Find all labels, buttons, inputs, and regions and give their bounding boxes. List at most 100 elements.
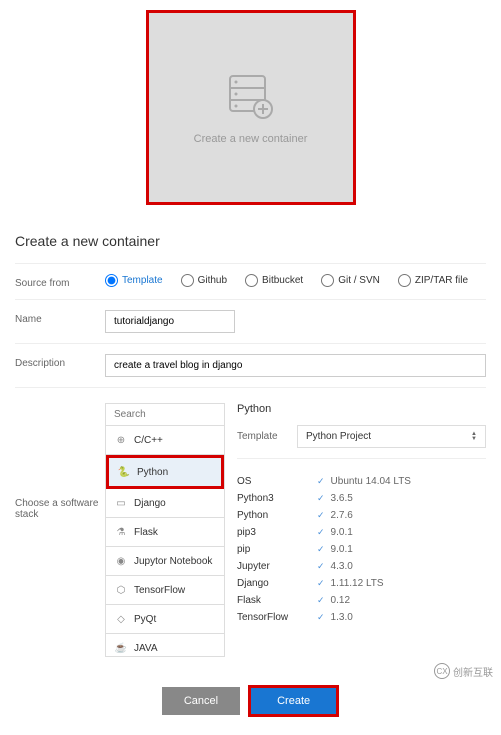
radio-gitsvn-input[interactable] xyxy=(321,274,334,287)
radio-github-label: Github xyxy=(198,275,227,286)
name-row: Name xyxy=(15,299,486,343)
stack-item-cpp[interactable]: ⊕ C/C++ xyxy=(106,426,224,455)
source-template-radio[interactable]: Template xyxy=(105,274,163,287)
check-icon: ✓ xyxy=(317,493,325,504)
cancel-button[interactable]: Cancel xyxy=(162,687,240,715)
spec-flask-label: Flask xyxy=(237,595,317,606)
name-content xyxy=(105,310,486,333)
stack-item-django[interactable]: ▭ Django xyxy=(106,489,224,518)
source-label: Source from xyxy=(15,274,105,289)
description-content xyxy=(105,354,486,377)
template-select[interactable]: Python Project ▲▼ xyxy=(297,425,486,448)
spec-pip3-value: 9.0.1 xyxy=(331,527,353,538)
spec-os: OS ✓ Ubuntu 14.04 LTS xyxy=(237,473,486,490)
spec-python3-label: Python3 xyxy=(237,493,317,504)
django-icon: ▭ xyxy=(114,496,128,510)
radio-ziptar-label: ZIP/TAR file xyxy=(415,275,468,286)
source-ziptar-radio[interactable]: ZIP/TAR file xyxy=(398,274,468,287)
radio-ziptar-input[interactable] xyxy=(398,274,411,287)
radio-bitbucket-input[interactable] xyxy=(245,274,258,287)
stack-label-flask: Flask xyxy=(134,527,158,538)
description-row: Description xyxy=(15,343,486,387)
create-button[interactable]: Create xyxy=(248,685,339,717)
spec-django-label: Django xyxy=(237,578,317,589)
stack-item-java[interactable]: ☕ JAVA xyxy=(106,634,224,656)
choose-stack-label: Choose a software stack xyxy=(15,398,105,520)
check-icon: ✓ xyxy=(317,578,325,589)
container-preview-card[interactable]: Create a new container xyxy=(146,10,356,205)
name-label: Name xyxy=(15,310,105,325)
search-input[interactable] xyxy=(106,404,224,426)
radio-bitbucket-label: Bitbucket xyxy=(262,275,303,286)
select-arrows-icon: ▲▼ xyxy=(471,432,477,442)
stack-details-title: Python xyxy=(237,403,486,415)
template-value: Python Project xyxy=(306,431,371,442)
stack-label-pyqt: PyQt xyxy=(134,614,156,625)
source-github-radio[interactable]: Github xyxy=(181,274,227,287)
template-row: Template Python Project ▲▼ xyxy=(237,425,486,459)
stack-list-wrap: ⊕ C/C++ 🐍 Python ▭ Django ⚗ Flask xyxy=(105,403,225,657)
spec-python-value: 2.7.6 xyxy=(331,510,353,521)
stack-item-flask[interactable]: ⚗ Flask xyxy=(106,518,224,547)
stack-label-tensorflow: TensorFlow xyxy=(134,585,185,596)
source-gitsvn-radio[interactable]: Git / SVN xyxy=(321,274,380,287)
spec-python-label: Python xyxy=(237,510,317,521)
spec-pip-label: pip xyxy=(237,544,317,555)
radio-template-label: Template xyxy=(122,275,163,286)
spec-jupyter-label: Jupyter xyxy=(237,561,317,572)
spec-python3: Python3 ✓ 3.6.5 xyxy=(237,490,486,507)
stack-item-pyqt[interactable]: ◇ PyQt xyxy=(106,605,224,634)
spec-jupyter-value: 4.3.0 xyxy=(331,561,353,572)
watermark: CX 创新互联 xyxy=(434,663,493,679)
form-title: Create a new container xyxy=(15,233,486,249)
source-bitbucket-radio[interactable]: Bitbucket xyxy=(245,274,303,287)
footer: Cancel Create xyxy=(15,667,486,735)
server-plus-icon xyxy=(225,71,275,121)
cpp-icon: ⊕ xyxy=(114,433,128,447)
source-row: Source from Template Github Bitbucket Gi… xyxy=(15,263,486,299)
python-icon: 🐍 xyxy=(117,465,131,479)
spec-pip3: pip3 ✓ 9.0.1 xyxy=(237,524,486,541)
stack-row: Choose a software stack ⊕ C/C++ 🐍 Python… xyxy=(15,387,486,667)
spec-flask: Flask ✓ 0.12 xyxy=(237,592,486,609)
stack-label-python: Python xyxy=(137,467,168,478)
spec-os-label: OS xyxy=(237,476,317,487)
stack-label-java: JAVA xyxy=(134,643,158,654)
preview-text: Create a new container xyxy=(194,133,308,145)
stack-label-django: Django xyxy=(134,498,166,509)
stack-item-jupyter[interactable]: ◉ Jupytor Notebook xyxy=(106,547,224,576)
watermark-icon: CX xyxy=(434,663,450,679)
spec-jupyter: Jupyter ✓ 4.3.0 xyxy=(237,558,486,575)
stack-list[interactable]: ⊕ C/C++ 🐍 Python ▭ Django ⚗ Flask xyxy=(106,426,224,656)
radio-github-input[interactable] xyxy=(181,274,194,287)
spec-os-value: Ubuntu 14.04 LTS xyxy=(331,476,411,487)
pyqt-icon: ◇ xyxy=(114,612,128,626)
preview-inner: Create a new container xyxy=(194,71,308,145)
source-radio-group: Template Github Bitbucket Git / SVN ZIP/… xyxy=(105,274,486,287)
jupyter-icon: ◉ xyxy=(114,554,128,568)
check-icon: ✓ xyxy=(317,612,325,623)
check-icon: ✓ xyxy=(317,544,325,555)
stack-item-tensorflow[interactable]: ⬡ TensorFlow xyxy=(106,576,224,605)
check-icon: ✓ xyxy=(317,527,325,538)
template-label: Template xyxy=(237,431,297,442)
spec-flask-value: 0.12 xyxy=(331,595,350,606)
check-icon: ✓ xyxy=(317,561,325,572)
check-icon: ✓ xyxy=(317,595,325,606)
stack-details: Python Template Python Project ▲▼ OS ✓ U… xyxy=(237,403,486,657)
spec-tensorflow-label: TensorFlow xyxy=(237,612,317,623)
check-icon: ✓ xyxy=(317,476,325,487)
spec-tensorflow-value: 1.3.0 xyxy=(331,612,353,623)
stack-item-python[interactable]: 🐍 Python xyxy=(106,455,224,489)
description-input[interactable] xyxy=(105,354,486,377)
spec-pip-value: 9.0.1 xyxy=(331,544,353,555)
container-icon xyxy=(225,71,275,121)
stack-area: ⊕ C/C++ 🐍 Python ▭ Django ⚗ Flask xyxy=(105,403,486,657)
radio-template-input[interactable] xyxy=(105,274,118,287)
spec-django: Django ✓ 1.11.12 LTS xyxy=(237,575,486,592)
check-icon: ✓ xyxy=(317,510,325,521)
stack-label-jupyter: Jupytor Notebook xyxy=(134,556,212,567)
form-section: Create a new container Source from Templ… xyxy=(0,225,501,735)
name-input[interactable] xyxy=(105,310,235,333)
tensorflow-icon: ⬡ xyxy=(114,583,128,597)
